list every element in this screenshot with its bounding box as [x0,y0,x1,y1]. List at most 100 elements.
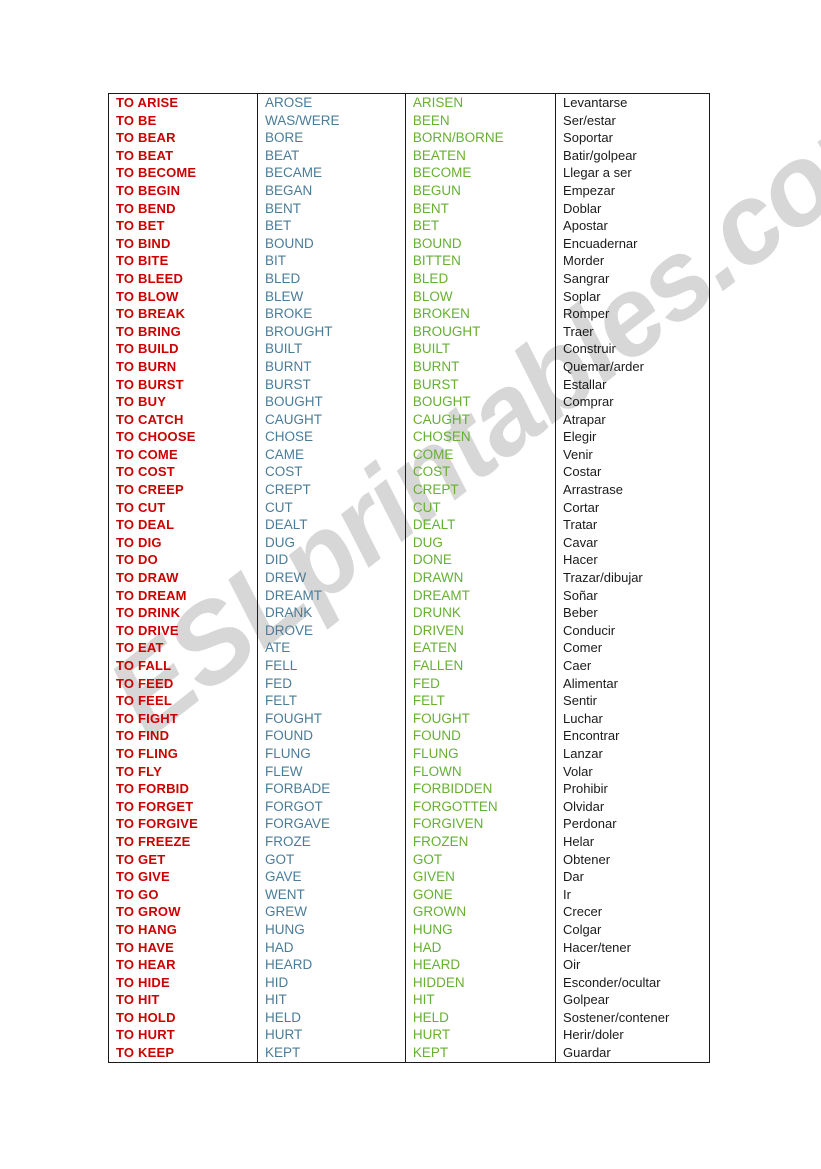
cell-past-participle: FOUND [404,727,557,745]
cell-past-participle: FELT [404,692,557,710]
cell-infinitive: TO FIND [108,727,258,745]
table-row: TO DEAL DEALT DEALT Tratar [108,516,710,534]
cell-past-participle: COST [404,463,557,482]
table-row: TO BITE BIT BITTEN Morder [108,252,710,270]
cell-infinitive: TO FREEZE [108,832,258,851]
table-row: TO FEED FED FED Alimentar [108,674,710,693]
cell-translation: Luchar [555,709,710,728]
cell-translation: Encontrar [555,727,710,745]
table-row: TO HIT HIT HIT Golpear [108,991,710,1009]
cell-past-participle: FLOWN [404,762,557,781]
table-row: TO FEEL FELT FELT Sentir [108,692,710,710]
cell-past-participle: HIT [404,991,557,1009]
cell-past-simple: CREPT [256,481,406,499]
cell-past-participle: CREPT [404,481,557,499]
table-row: TO BUY BOUGHT BOUGHT Comprar [108,393,710,411]
cell-past-participle: DUG [404,533,557,552]
cell-infinitive: TO FEED [108,674,258,693]
cell-translation: Esconder/ocultar [555,973,710,992]
worksheet-page: ESLprintables.com TO ARISE AROSE ARISEN Lev… [0,0,821,1169]
cell-infinitive: TO DRIVE [108,621,258,640]
cell-past-simple: BURNT [256,357,406,376]
cell-past-simple: GAVE [256,868,406,886]
cell-past-participle: GROWN [404,903,557,921]
cell-translation: Sangrar [555,269,710,288]
table-row: TO DRIVE DROVE DRIVEN Conducir [108,621,710,640]
cell-infinitive: TO DIG [108,533,258,552]
cell-translation: Doblar [555,199,710,218]
cell-infinitive: TO FEEL [108,692,258,710]
cell-past-simple: FOUGHT [256,709,406,728]
cell-translation: Dar [555,868,710,886]
cell-past-simple: CHOSE [256,428,406,446]
cell-past-simple: GREW [256,903,406,921]
cell-past-participle: BROUGHT [404,322,557,341]
table-row: TO BLEED BLED BLED Sangrar [108,269,710,288]
table-row: TO CUT CUT CUT Cortar [108,498,710,517]
table-row: TO BURN BURNT BURNT Quemar/arder [108,357,710,376]
table-row: TO HEAR HEARD HEARD Oir [108,956,710,974]
cell-infinitive: TO GET [108,850,258,869]
cell-past-simple: FLEW [256,762,406,781]
cell-translation: Apostar [555,217,710,235]
cell-past-simple: HID [256,973,406,992]
cell-infinitive: TO FORBID [108,780,258,798]
cell-infinitive: TO BET [108,217,258,235]
cell-infinitive: TO BEND [108,199,258,218]
table-row: TO HURT HURT HURT Herir/doler [108,1026,710,1045]
table-row: TO CATCH CAUGHT CAUGHT Atrapar [108,410,710,429]
cell-past-simple: DREAMT [256,586,406,605]
table-row: TO FIGHT FOUGHT FOUGHT Luchar [108,709,710,728]
cell-infinitive: TO BE [108,111,258,130]
cell-past-simple: BEAT [256,146,406,165]
cell-translation: Golpear [555,991,710,1009]
cell-infinitive: TO BRING [108,322,258,341]
cell-infinitive: TO HEAR [108,956,258,974]
cell-past-participle: DRIVEN [404,621,557,640]
cell-past-participle: FOUGHT [404,709,557,728]
cell-translation: Volar [555,762,710,781]
cell-translation: Construir [555,340,710,358]
table-row: TO BUILD BUILT BUILT Construir [108,340,710,358]
cell-translation: Beber [555,604,710,622]
cell-past-participle: HURT [404,1026,557,1045]
cell-translation: Soñar [555,586,710,605]
cell-past-simple: BUILT [256,340,406,358]
cell-past-participle: DEALT [404,516,557,534]
cell-past-simple: ATE [256,639,406,657]
table-row: TO CREEP CREPT CREPT Arrastrase [108,481,710,499]
cell-past-simple: CAME [256,445,406,464]
cell-past-simple: HUNG [256,920,406,939]
cell-past-participle: BET [404,217,557,235]
cell-translation: Crecer [555,903,710,921]
cell-infinitive: TO BEGIN [108,181,258,200]
cell-translation: Arrastrase [555,481,710,499]
table-row: TO DIG DUG DUG Cavar [108,533,710,552]
table-row: TO BECOME BECAME BECOME Llegar a ser [108,164,710,182]
table-row: TO DO DID DONE Hacer [108,551,710,570]
cell-infinitive: TO FALL [108,657,258,675]
cell-past-participle: FORGIVEN [404,815,557,833]
cell-past-participle: ARISEN [404,93,557,112]
cell-infinitive: TO GO [108,885,258,904]
table-row: TO COME CAME COME Venir [108,445,710,464]
table-row: TO BIND BOUND BOUND Encuadernar [108,234,710,253]
cell-translation: Costar [555,463,710,482]
cell-past-participle: CAUGHT [404,410,557,429]
cell-translation: Perdonar [555,815,710,833]
cell-translation: Ir [555,885,710,904]
cell-past-participle: DRUNK [404,604,557,622]
table-row: TO ARISE AROSE ARISEN Levantarse [108,93,710,112]
table-row: TO BURST BURST BURST Estallar [108,375,710,394]
cell-translation: Oir [555,956,710,974]
cell-infinitive: TO DRINK [108,604,258,622]
table-row: TO FLING FLUNG FLUNG Lanzar [108,744,710,763]
cell-translation: Soplar [555,287,710,306]
cell-past-simple: HIT [256,991,406,1009]
cell-past-simple: CUT [256,498,406,517]
cell-past-simple: FORBADE [256,780,406,798]
cell-translation: Atrapar [555,410,710,429]
table-row: TO FREEZE FROZE FROZEN Helar [108,832,710,851]
cell-past-simple: BOUND [256,234,406,253]
cell-past-participle: BORN/BORNE [404,129,557,147]
